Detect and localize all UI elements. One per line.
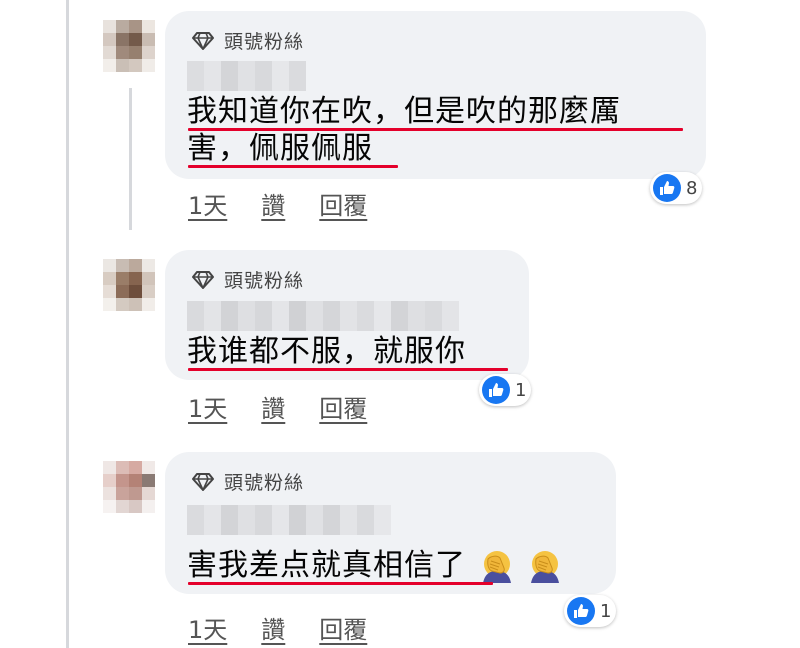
avatar[interactable] — [103, 20, 155, 72]
thumbs-up-icon — [653, 174, 681, 202]
comment-bubble: 頭號粉絲 我谁都不服，就服你 — [165, 250, 529, 380]
top-fan-label: 頭號粉絲 — [224, 270, 305, 292]
top-fan-badge: 頭號粉絲 — [191, 27, 304, 54]
top-fan-label: 頭號粉絲 — [224, 31, 305, 53]
red-underline — [188, 582, 493, 585]
reply-button[interactable]: 回覆 — [319, 610, 367, 645]
face-palm-emoji — [482, 550, 511, 583]
timestamp-link[interactable]: 1天 — [188, 186, 227, 221]
red-underline — [188, 165, 398, 168]
diamond-icon — [192, 31, 214, 50]
reaction-summary[interactable]: 1 — [564, 595, 617, 627]
reaction-summary[interactable]: 1 — [479, 374, 532, 406]
comment-actions: 1天 讚 回覆 — [188, 610, 367, 645]
comment-text-line: 害，佩服佩服 — [187, 131, 373, 166]
reply-button[interactable]: 回覆 — [319, 389, 367, 424]
thumbs-up-icon — [567, 597, 595, 625]
comment-actions: 1天 讚 回覆 — [188, 389, 367, 424]
comment-text-line: 害我差点就真相信了 — [187, 548, 563, 585]
comment-actions: 1天 讚 回覆 — [188, 186, 367, 221]
top-fan-badge: 頭號粉絲 — [191, 266, 304, 293]
comment-text-line: 我知道你在吹，但是吹的那麼厲 — [187, 94, 621, 129]
avatar[interactable] — [103, 259, 155, 311]
like-button[interactable]: 讚 — [261, 389, 285, 424]
red-underline — [188, 368, 508, 371]
reaction-count: 1 — [600, 600, 612, 622]
reply-button[interactable]: 回覆 — [319, 186, 367, 221]
comment-text-line: 我谁都不服，就服你 — [187, 334, 466, 369]
thread-line — [129, 88, 132, 230]
like-button[interactable]: 讚 — [261, 186, 285, 221]
author-name-blurred[interactable] — [187, 505, 391, 535]
comment-bubble: 頭號粉絲 我知道你在吹，但是吹的那麼厲 害，佩服佩服 — [165, 11, 706, 179]
comment-bubble: 頭號粉絲 害我差点就真相信了 — [165, 452, 616, 594]
diamond-icon — [192, 270, 214, 289]
reaction-summary[interactable]: 8 — [650, 172, 703, 204]
like-button[interactable]: 讚 — [261, 610, 285, 645]
thumbs-up-icon — [482, 376, 510, 404]
reaction-count: 1 — [515, 379, 527, 401]
avatar[interactable] — [103, 461, 155, 513]
author-name-blurred[interactable] — [187, 61, 306, 91]
thread-line — [66, 0, 69, 648]
top-fan-label: 頭號粉絲 — [224, 472, 305, 494]
timestamp-link[interactable]: 1天 — [188, 610, 227, 645]
author-name-blurred[interactable] — [187, 301, 459, 331]
top-fan-badge: 頭號粉絲 — [191, 468, 304, 495]
diamond-icon — [192, 472, 214, 491]
comment-text: 害我差点就真相信了 — [187, 548, 466, 583]
face-palm-emoji — [531, 550, 560, 583]
reaction-count: 8 — [686, 177, 698, 199]
timestamp-link[interactable]: 1天 — [188, 389, 227, 424]
